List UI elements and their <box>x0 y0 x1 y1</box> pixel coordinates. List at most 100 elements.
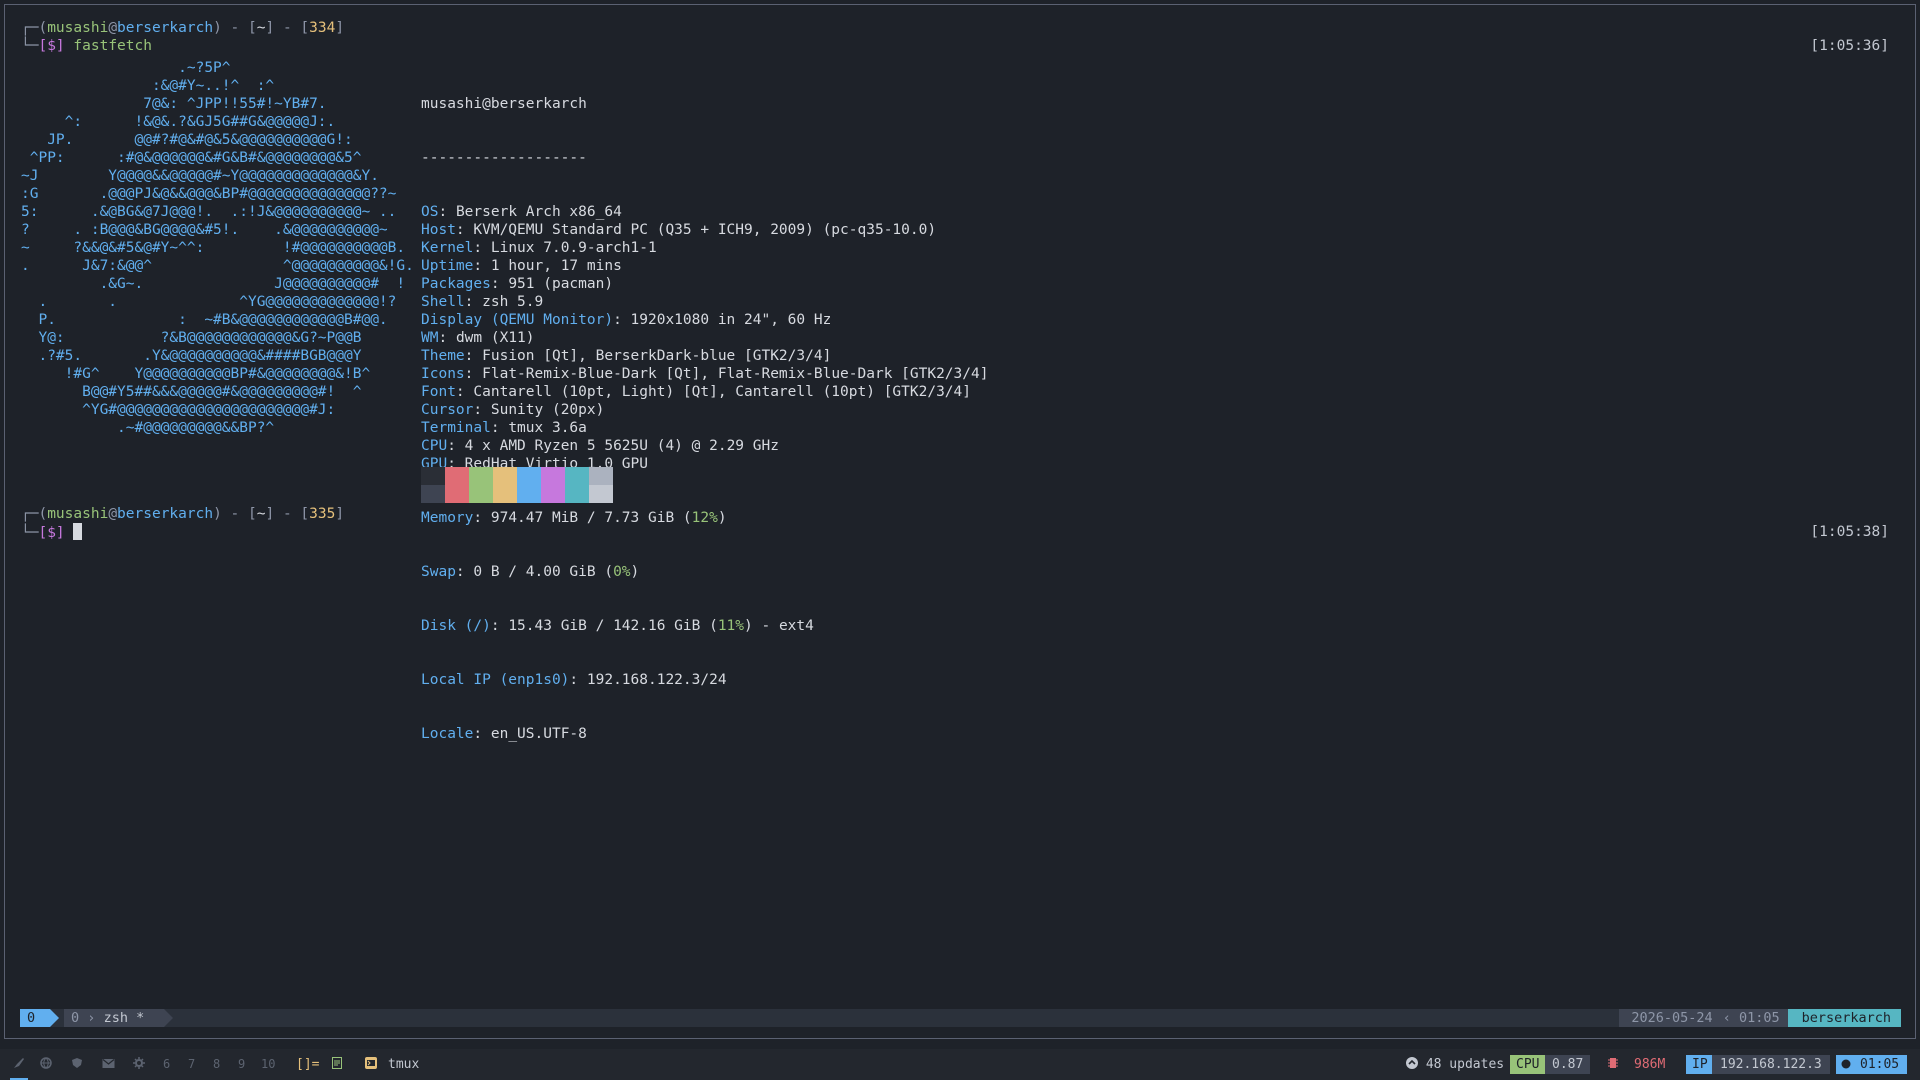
info-key: OS <box>421 204 439 220</box>
workspace-1-rocket-icon[interactable] <box>10 1049 28 1080</box>
info-separator: ------------------- <box>421 150 587 166</box>
workspace-6[interactable]: 6 <box>163 1049 170 1080</box>
prompt-bracket: ] <box>335 506 345 522</box>
color-swatch <box>565 467 589 485</box>
info-value: tmux 3.6a <box>508 420 587 436</box>
tmux-time: ‹ 01:05 <box>1718 1009 1788 1027</box>
prompt-timestamp-1: [1:05:36] <box>1810 38 1889 54</box>
info-value: Fusion [Qt], BerserkDark-blue [GTK2/3/4] <box>482 348 832 364</box>
tmux-date: 2026-05-24 <box>1619 1009 1719 1027</box>
color-swatch <box>469 467 493 485</box>
info-row: Host: KVM/QEMU Standard PC (Q35 + ICH9, … <box>421 221 988 239</box>
workspace-3-shield-icon[interactable] <box>71 1049 83 1080</box>
info-value: zsh 5.9 <box>482 294 544 310</box>
focused-window-title[interactable]: tmux <box>388 1049 419 1080</box>
info-percent: 0% <box>613 564 631 580</box>
prompt-symbol: [$] <box>38 525 65 541</box>
color-swatch <box>589 467 613 485</box>
workspace-10[interactable]: 10 <box>261 1049 275 1080</box>
info-key: Font <box>421 384 456 400</box>
workspace-8[interactable]: 8 <box>213 1049 220 1080</box>
info-sep: : <box>438 330 456 346</box>
color-swatch <box>541 467 565 485</box>
info-row: Uptime: 1 hour, 17 mins <box>421 257 988 275</box>
prompt-line-1: ┌─(musashi@berserkarch) - [~] - [334] <box>21 19 344 37</box>
info-percent: 12% <box>691 510 718 526</box>
ascii-logo: .~?5P^ :&@#Y~..!^ :^ 7@&: ^JPP!!55#!~YB#… <box>21 59 414 437</box>
ascii-logo-line: JP. @@#?#@&#@&5&@@@@@@@@@@G!: <box>21 132 353 148</box>
clock-icon <box>1836 1055 1856 1074</box>
text-cursor <box>73 523 83 540</box>
tmux-window-index: 0 <box>71 1010 80 1026</box>
info-percent: 11% <box>717 618 745 634</box>
color-swatch <box>493 485 517 503</box>
prompt-host: berserkarch <box>117 20 214 36</box>
info-value: 15.43 GiB / 142.16 GiB ( <box>508 618 718 634</box>
info-row: Font: Cantarell (10pt, Light) [Qt], Cant… <box>421 383 988 401</box>
tmux-session-index[interactable]: 0 <box>20 1009 50 1027</box>
prompt-at: @ <box>108 506 118 522</box>
info-key: Uptime <box>421 258 474 274</box>
ascii-logo-line: . J&7:&@@^ ^@@@@@@@@@@&!G. <box>21 258 414 274</box>
info-value: 1 hour, 17 mins <box>490 258 622 274</box>
info-key: Packages <box>421 276 491 292</box>
ascii-logo-line: 7@&: ^JPP!!55#!~YB#7. <box>21 96 327 112</box>
workspace-5-settings-icon[interactable] <box>133 1049 145 1080</box>
command-line-2[interactable]: └─[$] <box>21 523 83 542</box>
layout-indicator[interactable]: []= <box>296 1049 319 1080</box>
fastfetch-info: musashi@berserkarch ------------------- … <box>421 59 988 779</box>
ascii-logo-line: P. : ~#B&@@@@@@@@@@@@B#@@. <box>21 312 388 328</box>
prompt-bracket: [ <box>300 20 310 36</box>
info-row-disk: Disk (/): 15.43 GiB / 142.16 GiB (11%) -… <box>421 618 814 634</box>
notes-icon[interactable] <box>332 1049 342 1080</box>
updates-indicator[interactable]: 48 updates <box>1406 1049 1504 1080</box>
prompt-paren: ( <box>38 506 48 522</box>
prompt-corner-top: ┌─ <box>21 506 39 522</box>
workspace-2-globe-icon[interactable] <box>40 1049 52 1080</box>
info-sep: : <box>464 366 483 382</box>
workspace-7[interactable]: 7 <box>188 1049 195 1080</box>
info-sep: : <box>473 240 491 256</box>
prompt-paren: ) <box>213 20 222 36</box>
info-key: Swap <box>421 564 456 580</box>
command-line-1: └─[$] fastfetch <box>21 37 152 55</box>
info-row: WM: dwm (X11) <box>421 329 988 347</box>
cpu-label: CPU <box>1510 1055 1546 1074</box>
info-sep: : <box>473 402 491 418</box>
prompt-at: @ <box>108 20 118 36</box>
tmux-window-arrow <box>164 1009 173 1027</box>
prompt-dash: - <box>274 506 301 522</box>
info-key: Memory <box>421 510 474 526</box>
prompt-bracket: ] <box>265 20 275 36</box>
prompt-corner-bottom: └─ <box>21 38 39 54</box>
ip-label: IP <box>1686 1055 1714 1074</box>
tmux-window-tab[interactable]: 0 › zsh * <box>64 1009 164 1027</box>
ascii-logo-line: 5: .&@BG&@7J@@@!. .:!J&@@@@@@@@@@~ .. <box>21 204 397 220</box>
prompt-bracket: [ <box>248 20 257 36</box>
prompt-history-number: 335 <box>309 506 336 522</box>
info-row: Terminal: tmux 3.6a <box>421 419 988 437</box>
info-sep: : <box>613 312 631 328</box>
dwm-status-bar: 6 7 8 9 10 []= tmux 48 updates CPU 0.87 986M… <box>0 1049 1920 1080</box>
info-row-locale: Locale: en_US.UTF-8 <box>421 726 587 742</box>
ascii-logo-line: .?#5. .Y&@@@@@@@@@@&####BGB@@@Y <box>21 348 362 364</box>
ascii-logo-line: ~J Y@@@@&&@@@@@#~Y@@@@@@@@@@@@@&Y. <box>21 168 379 184</box>
prompt-symbol: [$] <box>38 38 65 54</box>
ascii-logo-line: .&G~. J@@@@@@@@@@# ! <box>21 276 406 292</box>
info-key: Local IP (enp1s0) <box>421 672 570 688</box>
terminal-window[interactable]: ┌─(musashi@berserkarch) - [~] - [334] └─… <box>4 4 1916 1039</box>
info-sep: : <box>473 258 491 274</box>
ascii-logo-line: :G .@@@PJ&@&&@@@&BP#@@@@@@@@@@@@@@??~ <box>21 186 397 202</box>
info-row: OS: Berserk Arch x86_64 <box>421 203 988 221</box>
ascii-logo-line: ? . :B@@@&BG@@@@&#5!. .&@@@@@@@@@@~ <box>21 222 388 238</box>
ascii-logo-line: !#G^ Y@@@@@@@@@@BP#&@@@@@@@@&!B^ <box>21 366 371 382</box>
workspace-9[interactable]: 9 <box>238 1049 245 1080</box>
info-value: Linux 7.0.9-arch1-1 <box>490 240 657 256</box>
ascii-logo-line: .~#@@@@@@@@@&&BP?^ <box>21 420 275 436</box>
updates-count: 48 updates <box>1425 1057 1505 1072</box>
ascii-logo-line: ^: !&@&.?&GJ5G##G&@@@@@J:. <box>21 114 336 130</box>
color-swatch <box>445 467 469 485</box>
memory-chip-icon <box>1608 1049 1618 1080</box>
workspace-4-mail-icon[interactable] <box>102 1049 115 1080</box>
info-value: KVM/QEMU Standard PC (Q35 + ICH9, 2009) … <box>473 222 937 238</box>
